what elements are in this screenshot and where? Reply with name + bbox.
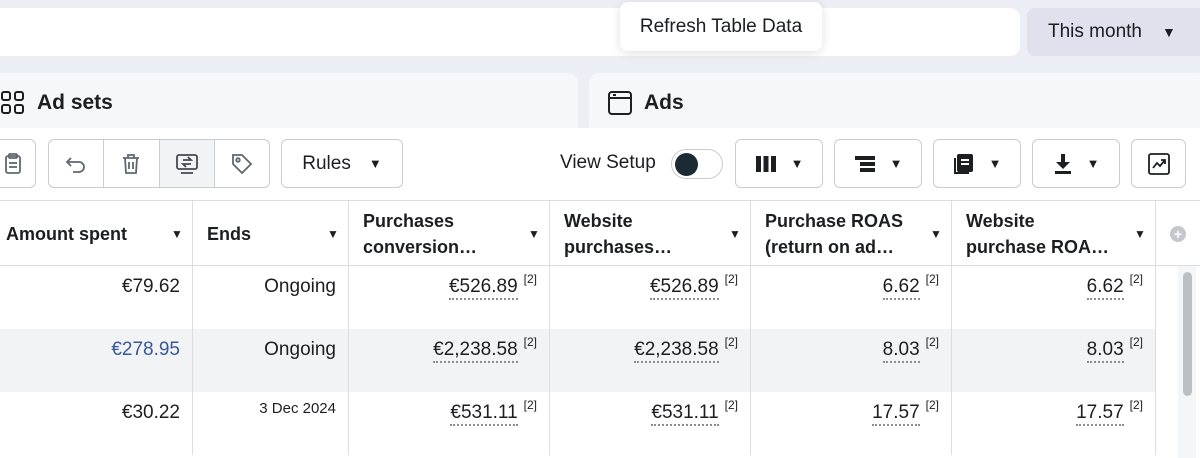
caret-down-icon[interactable]: ▼	[318, 221, 348, 247]
cell-purchases-conversion[interactable]: €531.11 [2]	[349, 392, 550, 455]
charts-button[interactable]	[1131, 139, 1186, 188]
export-dropdown[interactable]: ▼	[1032, 139, 1120, 188]
caret-down-icon: ▼	[790, 156, 804, 171]
column-header-ends[interactable]: Ends ▼	[193, 201, 349, 266]
footnote-marker: [2]	[1129, 335, 1143, 349]
footnote-marker: [2]	[724, 398, 738, 412]
edit-actions-group	[48, 139, 270, 188]
cell-purchase-roas[interactable]: 17.57 [2]	[751, 392, 952, 455]
refresh-tooltip: Refresh Table Data	[620, 2, 822, 51]
column-header-website-purchases[interactable]: Website purchases… ▼	[550, 201, 751, 266]
caret-down-icon: ▼	[988, 156, 1002, 171]
grid-icon	[0, 90, 26, 116]
footnote-marker: [2]	[523, 272, 537, 286]
caret-down-icon: ▼	[368, 156, 382, 171]
view-setup-label: View Setup	[560, 152, 656, 173]
cell-amount-spent: €79.62	[0, 266, 193, 329]
tag-button[interactable]	[215, 140, 269, 187]
footnote-marker: [2]	[523, 335, 537, 349]
delete-button[interactable]	[104, 140, 160, 187]
column-header-website-purchase-roas[interactable]: Website purchase ROA… ▼	[952, 201, 1156, 266]
download-icon	[1054, 153, 1071, 174]
caret-down-icon[interactable]: ▼	[1125, 221, 1155, 247]
rules-dropdown[interactable]: Rules ▼	[281, 139, 403, 188]
date-range-select[interactable]: This month ▼	[1027, 8, 1200, 56]
tab-ad-sets[interactable]: Ad sets	[0, 73, 578, 133]
ads-table: Amount spent ▼ Ends ▼ Purchases conversi…	[0, 200, 1200, 458]
vertical-scrollbar-thumb[interactable]	[1183, 272, 1192, 396]
cell-ends: Ongoing	[193, 266, 349, 329]
tab-ads[interactable]: Ads	[589, 73, 1200, 133]
footnote-marker: [2]	[925, 335, 939, 349]
cell-website-purchase-roas[interactable]: 17.57 [2]	[952, 392, 1156, 455]
cell-purchases-conversion[interactable]: €2,238.58 [2]	[349, 329, 550, 392]
footnote-marker: [2]	[925, 272, 939, 286]
caret-down-icon: ▼	[1161, 24, 1176, 40]
footnote-marker: [2]	[1129, 398, 1143, 412]
ad-frame-icon	[607, 90, 633, 116]
caret-down-icon: ▼	[889, 156, 903, 171]
cell-amount-spent: €30.22	[0, 392, 193, 455]
tab-label: Ads	[644, 91, 684, 114]
breakdown-icon	[854, 155, 875, 172]
date-range-label: This month	[1048, 21, 1142, 42]
footnote-marker: [2]	[724, 335, 738, 349]
caret-down-icon[interactable]: ▼	[519, 221, 549, 247]
view-setup-toggle[interactable]	[671, 149, 723, 179]
trend-chart-icon	[1147, 152, 1170, 175]
cell-ends: 3 Dec 2024	[193, 392, 349, 455]
cell-purchase-roas[interactable]: 6.62 [2]	[751, 266, 952, 329]
table-row: €79.62 Ongoing €526.89 [2] €526.89 [2] 6.6…	[0, 266, 1156, 329]
footnote-marker: [2]	[1129, 272, 1143, 286]
search-bar[interactable]	[0, 8, 1020, 56]
caret-down-icon[interactable]: ▼	[720, 221, 750, 247]
swap-arrows-icon	[175, 153, 198, 174]
breakdown-dropdown[interactable]: ▼	[834, 139, 922, 188]
cell-amount-spent[interactable]: €278.95	[0, 329, 193, 392]
cell-ends: Ongoing	[193, 329, 349, 392]
reports-icon	[953, 153, 973, 174]
cell-purchases-conversion[interactable]: €526.89 [2]	[349, 266, 550, 329]
tab-label: Ad sets	[37, 91, 113, 114]
caret-down-icon: ▼	[1086, 156, 1100, 171]
tag-icon	[231, 153, 253, 174]
reports-dropdown[interactable]: ▼	[933, 139, 1021, 188]
cell-website-purchase-roas[interactable]: 6.62 [2]	[952, 266, 1156, 329]
tooltip-text: Refresh Table Data	[639, 15, 803, 37]
toggle-knob	[675, 153, 698, 176]
duplicate-button[interactable]	[0, 139, 36, 188]
ab-test-button[interactable]	[159, 140, 215, 187]
plus-icon: +	[1170, 225, 1186, 242]
toolbar: Rules ▼ View Setup ▼ ▼ ▼ ▼	[0, 128, 1200, 200]
footnote-marker: [2]	[523, 398, 537, 412]
undo-button[interactable]	[49, 140, 105, 187]
cell-website-purchases[interactable]: €526.89 [2]	[550, 266, 751, 329]
footnote-marker: [2]	[724, 272, 738, 286]
column-header-purchases-conversion[interactable]: Purchases conversion… ▼	[349, 201, 550, 266]
table-row: €30.22 3 Dec 2024 €531.11 [2] €531.11 [2] …	[0, 392, 1156, 455]
clipboard-icon	[5, 152, 21, 174]
table-row: €278.95 Ongoing €2,238.58 [2] €2,238.58 [2…	[0, 329, 1156, 392]
trash-icon	[123, 153, 140, 174]
cell-website-purchases[interactable]: €2,238.58 [2]	[550, 329, 751, 392]
columns-dropdown[interactable]: ▼	[735, 139, 823, 188]
footnote-marker: [2]	[925, 398, 939, 412]
cell-purchase-roas[interactable]: 8.03 [2]	[751, 329, 952, 392]
cell-website-purchase-roas[interactable]: 8.03 [2]	[952, 329, 1156, 392]
columns-icon	[755, 155, 776, 172]
column-header-amount-spent[interactable]: Amount spent ▼	[0, 201, 193, 266]
table-header-row: Amount spent ▼ Ends ▼ Purchases conversi…	[0, 200, 1200, 266]
add-column-button[interactable]: +	[1156, 201, 1200, 266]
amount-spent-link[interactable]: €278.95	[111, 339, 180, 361]
column-header-purchase-roas[interactable]: Purchase ROAS (return on ad… ▼	[751, 201, 952, 266]
rules-label: Rules	[302, 152, 351, 174]
caret-down-icon[interactable]: ▼	[162, 221, 192, 247]
undo-icon	[65, 156, 85, 173]
caret-down-icon[interactable]: ▼	[921, 221, 951, 247]
cell-website-purchases[interactable]: €531.11 [2]	[550, 392, 751, 455]
